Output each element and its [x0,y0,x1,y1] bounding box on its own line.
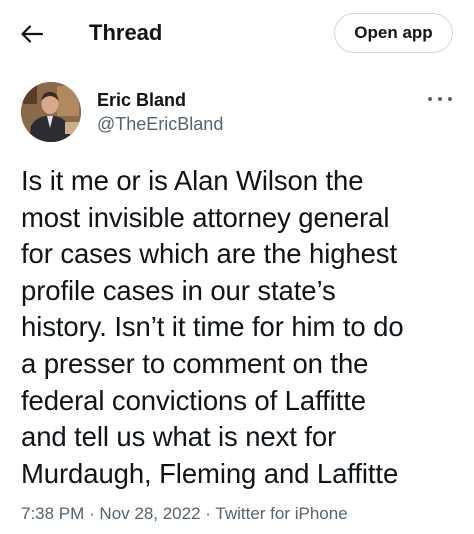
tweet-meta: 7:38 PM · Nov 28, 2022 · Twitter for iPh… [21,503,348,525]
avatar[interactable] [21,82,81,142]
avatar-image [21,82,81,142]
tweet-author: Eric Bland @TheEricBland [0,80,474,146]
meta-separator: · [84,504,100,523]
author-handle[interactable]: @TheEricBland [97,113,223,135]
more-horizontal-icon-dot [438,97,442,101]
arrow-left-icon [21,25,43,43]
meta-separator: · [200,504,216,523]
author-name[interactable]: Eric Bland [97,89,186,111]
page-title: Thread [89,20,163,45]
top-bar: Thread Open app [0,0,474,66]
tweet-date[interactable]: Nov 28, 2022 [99,504,200,523]
back-button[interactable] [14,16,50,52]
tweet-time[interactable]: 7:38 PM [21,504,84,523]
more-horizontal-icon [428,97,432,101]
open-app-button[interactable]: Open app [334,13,453,53]
tweet-text: Is it me or is Alan Wilson the most invi… [21,165,404,489]
tweet-source[interactable]: Twitter for iPhone [215,504,347,523]
more-options-button[interactable] [428,92,452,106]
more-horizontal-icon-dot [448,97,452,101]
